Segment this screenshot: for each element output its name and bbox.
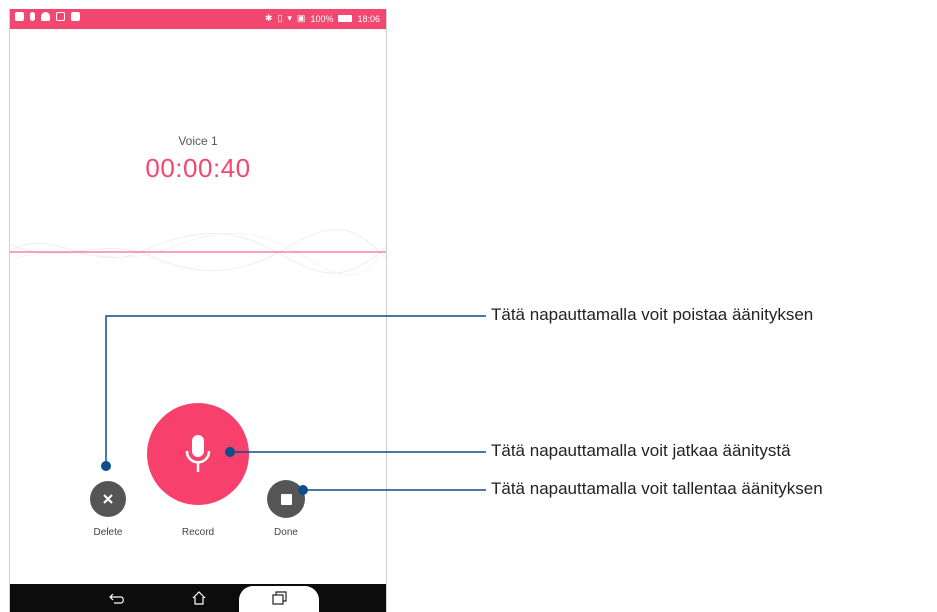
record-callout-dot (225, 447, 235, 457)
done-callout-text: Tätä napauttamalla voit tallentaa äänity… (491, 479, 823, 498)
delete-callout-line (105, 315, 486, 468)
done-callout-dot (298, 485, 308, 495)
delete-callout-text: Tätä napauttamalla voit poistaa äänityks… (491, 305, 814, 324)
delete-callout-dot (101, 461, 111, 471)
record-callout-text: Tätä napauttamalla voit jatkaa äänitystä (491, 441, 791, 460)
